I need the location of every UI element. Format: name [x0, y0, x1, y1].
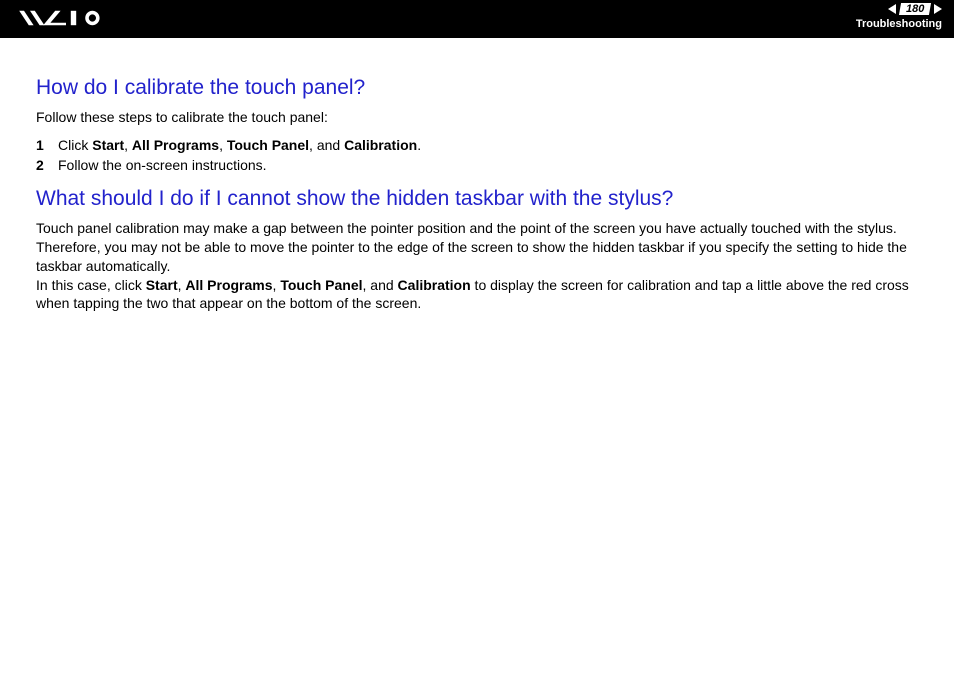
step-list: 1 Click Start, All Programs, Touch Panel…: [36, 137, 918, 173]
page-badge: 180: [888, 3, 942, 15]
page-number: 180: [906, 3, 924, 15]
step-row: 1 Click Start, All Programs, Touch Panel…: [36, 137, 918, 153]
step-number: 2: [36, 157, 58, 173]
arrow-left-icon[interactable]: [888, 4, 896, 14]
vaio-logo: [18, 6, 126, 30]
heading-stylus: What should I do if I cannot show the hi…: [36, 187, 918, 211]
header-bar: 180 Troubleshooting: [0, 0, 954, 38]
intro-text: Follow these steps to calibrate the touc…: [36, 108, 918, 127]
step-row: 2 Follow the on-screen instructions.: [36, 157, 918, 173]
arrow-right-icon[interactable]: [934, 4, 942, 14]
step-number: 1: [36, 137, 58, 153]
step-text: Follow the on-screen instructions.: [58, 157, 267, 173]
content-area: How do I calibrate the touch panel? Foll…: [0, 38, 954, 313]
body-paragraph: Touch panel calibration may make a gap b…: [36, 219, 918, 313]
step-text: Click Start, All Programs, Touch Panel, …: [58, 137, 421, 153]
heading-calibrate: How do I calibrate the touch panel?: [36, 76, 918, 100]
section-label: Troubleshooting: [856, 18, 942, 30]
